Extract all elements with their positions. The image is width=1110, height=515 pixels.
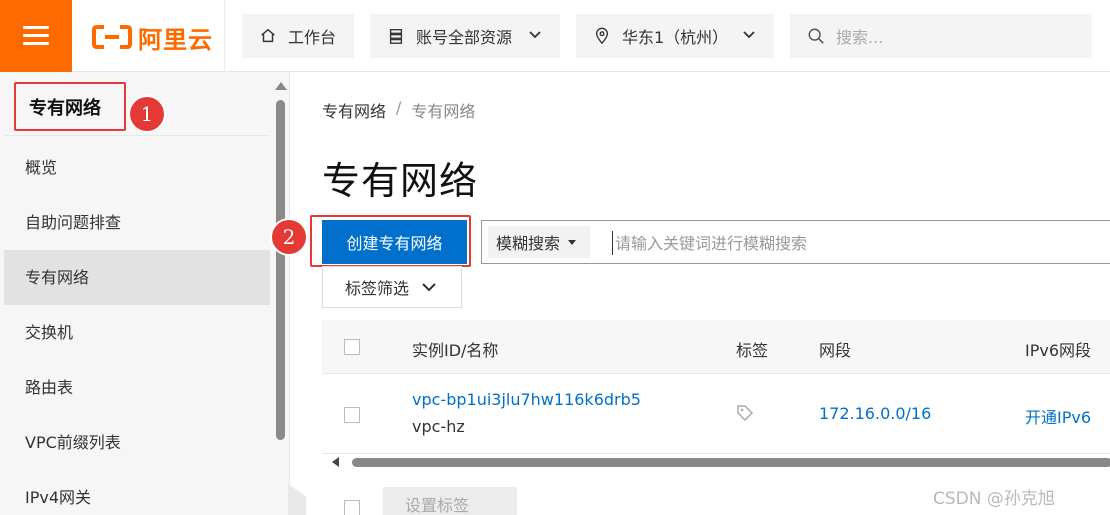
search-input[interactable] bbox=[612, 231, 1110, 255]
sidebar-scrollbar[interactable] bbox=[272, 80, 290, 510]
set-tag-label: 设置标签 bbox=[405, 496, 470, 515]
sidebar-item-prefix-list[interactable]: VPC前缀列表 bbox=[4, 415, 270, 470]
global-search-placeholder: 搜索... bbox=[836, 28, 884, 47]
aliyun-logo-icon bbox=[92, 25, 132, 49]
table-header: 实例ID/名称 标签 网段 IPv6网段 bbox=[322, 320, 1110, 374]
page-title: 专有网络 bbox=[322, 159, 479, 203]
set-tag-button[interactable]: 设置标签 bbox=[383, 487, 517, 515]
scroll-left-arrow-icon[interactable] bbox=[332, 457, 339, 467]
sidebar-item-ipv4-gateway[interactable]: IPv4网关 bbox=[4, 470, 270, 515]
resource-selector[interactable]: 账号全部资源 bbox=[370, 14, 560, 58]
breadcrumb: 专有网络 / 专有网络 bbox=[322, 98, 475, 122]
breadcrumb-item[interactable]: 专有网络 bbox=[322, 98, 386, 122]
sidebar: 专有网络 概览 自助问题排查 专有网络 交换机 路由表 VPC前缀列表 IPv4… bbox=[0, 72, 290, 515]
sidebar-item-overview[interactable]: 概览 bbox=[4, 140, 270, 195]
batch-select-checkbox[interactable] bbox=[344, 500, 360, 515]
sidebar-item-vpc[interactable]: 专有网络 bbox=[4, 250, 270, 305]
workbench-button[interactable]: 工作台 bbox=[242, 14, 354, 58]
divider bbox=[224, 0, 225, 72]
vpc-search-bar: 模糊搜索 bbox=[481, 220, 1110, 264]
scrollbar-thumb[interactable] bbox=[352, 458, 1110, 467]
server-icon bbox=[386, 26, 406, 46]
top-bar: 阿里云 工作台 账号全部资源 华东1（杭州） 搜索... bbox=[0, 0, 1110, 72]
logo-text: 阿里云 bbox=[138, 25, 213, 54]
chevron-down-icon bbox=[422, 283, 436, 292]
sidebar-item-vswitch[interactable]: 交换机 bbox=[4, 305, 270, 360]
scroll-up-arrow-icon[interactable] bbox=[275, 82, 287, 90]
annotation-badge-1: 1 bbox=[130, 97, 164, 131]
enable-ipv6-link[interactable]: 开通IPv6 bbox=[1025, 404, 1091, 428]
home-icon bbox=[258, 26, 278, 46]
sidebar-item-route-table[interactable]: 路由表 bbox=[4, 360, 270, 415]
vpc-id-link[interactable]: vpc-bp1ui3jlu7hw116k6drb5 bbox=[412, 390, 641, 409]
chevron-down-icon bbox=[529, 31, 541, 39]
caret-down-icon bbox=[568, 239, 577, 245]
region-label: 华东1（杭州） bbox=[622, 28, 729, 47]
workbench-label: 工作台 bbox=[288, 28, 337, 47]
region-selector[interactable]: 华东1（杭州） bbox=[576, 14, 774, 58]
select-all-checkbox[interactable] bbox=[344, 339, 360, 355]
annotation-badge-2: 2 bbox=[272, 220, 306, 254]
search-type-dropdown[interactable]: 模糊搜索 bbox=[488, 226, 590, 258]
sidebar-item-troubleshoot[interactable]: 自助问题排查 bbox=[4, 195, 270, 250]
annotation-box-2 bbox=[310, 215, 471, 267]
breadcrumb-separator: / bbox=[396, 98, 402, 117]
hamburger-icon bbox=[23, 26, 49, 46]
column-header-cidr[interactable]: 网段 bbox=[819, 337, 851, 361]
vpc-cidr-link[interactable]: 172.16.0.0/16 bbox=[819, 404, 931, 423]
scrollbar-thumb[interactable] bbox=[276, 100, 285, 440]
sidebar-collapse-handle[interactable] bbox=[288, 484, 306, 515]
column-header-ipv6[interactable]: IPv6网段 bbox=[1025, 337, 1091, 361]
chevron-down-icon bbox=[743, 31, 755, 39]
tag-filter-button[interactable]: 标签筛选 bbox=[322, 266, 462, 308]
row-checkbox[interactable] bbox=[344, 407, 360, 423]
column-header-tags[interactable]: 标签 bbox=[736, 337, 768, 361]
tag-icon[interactable] bbox=[736, 404, 754, 422]
vpc-name: vpc-hz bbox=[412, 417, 465, 436]
tag-filter-label: 标签筛选 bbox=[345, 279, 410, 298]
menu-button[interactable] bbox=[0, 0, 72, 72]
location-pin-icon bbox=[592, 26, 612, 46]
column-header-instance[interactable]: 实例ID/名称 bbox=[412, 337, 498, 361]
resource-label: 账号全部资源 bbox=[416, 28, 513, 47]
search-icon bbox=[806, 26, 826, 46]
breadcrumb-current: 专有网络 bbox=[411, 102, 476, 121]
watermark: CSDN @孙克旭 bbox=[933, 489, 1055, 509]
table-row: vpc-bp1ui3jlu7hw116k6drb5 vpc-hz 172.16.… bbox=[322, 374, 1110, 454]
table-horizontal-scrollbar[interactable] bbox=[322, 455, 1110, 469]
aliyun-logo[interactable]: 阿里云 bbox=[92, 22, 213, 54]
search-type-label: 模糊搜索 bbox=[496, 234, 561, 253]
annotation-box-1 bbox=[14, 82, 126, 131]
global-search[interactable]: 搜索... bbox=[790, 14, 1092, 58]
